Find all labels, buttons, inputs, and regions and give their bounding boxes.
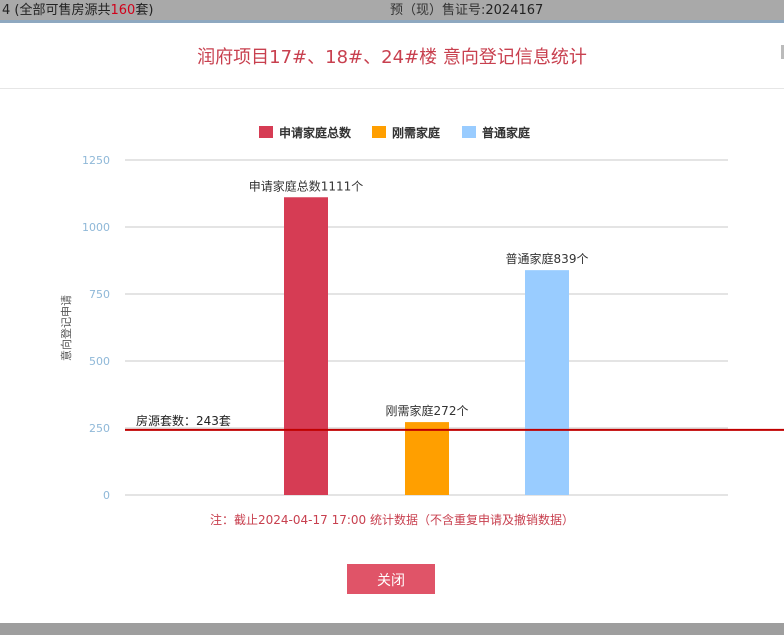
bar-0[interactable] bbox=[284, 197, 328, 495]
available-units-suffix: 套) bbox=[135, 3, 154, 18]
bottom-bar bbox=[0, 623, 784, 635]
y-tick-label: 0 bbox=[103, 489, 110, 502]
y-tick-label: 750 bbox=[89, 288, 110, 301]
reference-line-label: 房源套数：243套 bbox=[136, 413, 231, 428]
statistics-modal: 润府项目17#、18#、24#楼 意向登记信息统计 申请家庭总数 刚需家庭 普通… bbox=[0, 20, 784, 626]
chart-bars: 申请家庭总数1111个刚需家庭272个 普通家庭839个 bbox=[249, 178, 589, 495]
y-tick-label: 1000 bbox=[82, 221, 110, 234]
presale-permit-number: 2024167 bbox=[485, 3, 544, 18]
presale-permit-label: 预（现）售证号: bbox=[390, 3, 486, 18]
y-tick-label: 250 bbox=[89, 422, 110, 435]
available-units-prefix: 4 (全部可售房源共 bbox=[2, 3, 111, 18]
available-units-text: 4 (全部可售房源共160套) bbox=[2, 0, 153, 22]
bar-data-label: 刚需家庭272个 bbox=[386, 403, 469, 418]
bar-data-label: 申请家庭总数1111个 bbox=[249, 178, 364, 193]
close-button[interactable]: 关闭 bbox=[347, 564, 435, 594]
presale-permit: 预（现）售证号:2024167 bbox=[390, 0, 543, 22]
y-axis-label: 意向登记申请 bbox=[59, 295, 73, 361]
bar-1[interactable] bbox=[405, 422, 449, 495]
y-tick-label: 1250 bbox=[82, 154, 110, 167]
available-units-count: 160 bbox=[110, 3, 136, 18]
statistics-note: 注：截止2024-04-17 17:00 统计数据（不含重复申请及撤销数据） bbox=[210, 513, 574, 527]
bar-chart: 0 250 500 750 1000 1250 意向登记申请 申请家庭总数1111个刚需家… bbox=[59, 154, 784, 502]
y-tick-label: 500 bbox=[89, 355, 110, 368]
y-axis-ticks: 0 250 500 750 1000 1250 bbox=[82, 154, 110, 502]
bar-data-label: 普通家庭839个 bbox=[506, 251, 589, 266]
bar-2[interactable] bbox=[525, 270, 569, 495]
top-info-bar: 4 (全部可售房源共160套) 预（现）售证号:2024167 bbox=[0, 0, 784, 20]
